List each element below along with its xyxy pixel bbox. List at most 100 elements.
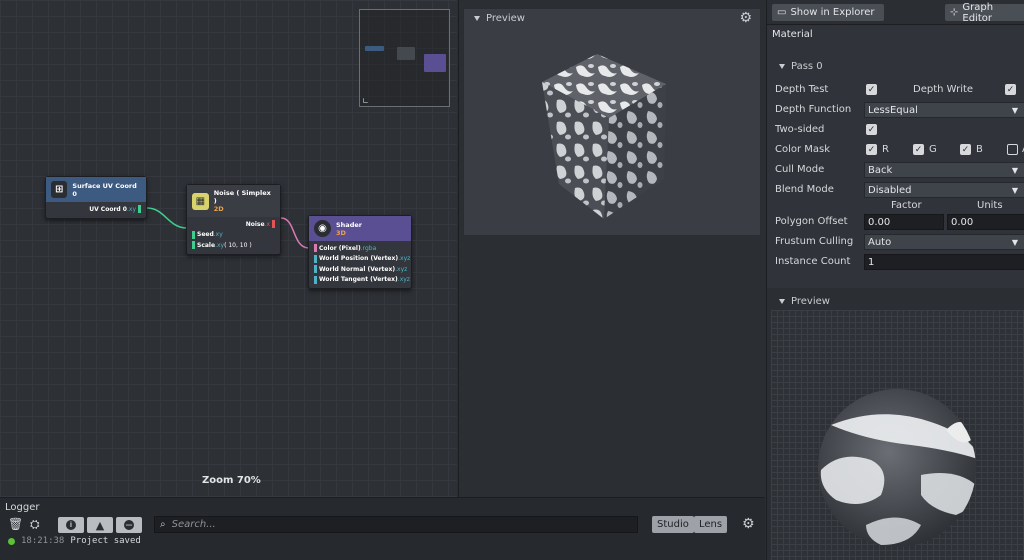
port-seed-pin[interactable] [192, 230, 195, 239]
port-noise-name: Noise [245, 220, 265, 228]
logger-search[interactable]: ⌕ [154, 516, 638, 533]
cull-mode-label: Cull Mode [775, 164, 825, 175]
uv-coord-icon: ⊞ [51, 181, 68, 198]
port-shader-world-tangent[interactable]: World Tangent (Vertex) .xyz [309, 275, 411, 286]
port-tangent-type: .xyz [397, 276, 410, 284]
logger-settings-gear-icon[interactable]: ⚙ [742, 516, 755, 532]
blend-mode-dropdown[interactable]: Disabled ▼ [864, 182, 1024, 198]
two-sided-checkbox[interactable]: ✓ [866, 124, 877, 135]
noise-sphere-render [818, 389, 976, 547]
port-normal-pin[interactable] [314, 265, 317, 274]
filter-warning-button[interactable]: ▲ [87, 517, 113, 533]
port-seed-name: Seed [197, 231, 214, 239]
preview-collapse-triangle-icon[interactable] [779, 299, 785, 304]
port-uv-pin[interactable] [138, 205, 141, 214]
node-shader-subtitle: 3D [336, 228, 346, 237]
studio-button[interactable]: Studio [652, 516, 694, 533]
node-shader[interactable]: ◉ Shader 3D Color (Pixel) .rgba World Pos… [308, 215, 412, 289]
clear-log-trash-icon[interactable]: 🗑 [8, 517, 23, 531]
port-shader-world-position[interactable]: World Position (Vertex) .xyz [309, 254, 411, 265]
material-preview-panel: Preview [767, 290, 1024, 560]
color-mask-r-label: R [882, 144, 889, 155]
node-surface-uv-coord[interactable]: ⊞ Surface UV Coord 0 UV Coord 0 .xy [45, 176, 147, 219]
color-mask-g-checkbox[interactable]: ✓ [913, 144, 924, 155]
frustum-culling-dropdown[interactable]: Auto ▼ [864, 234, 1024, 250]
polygon-offset-factor-field[interactable]: 0.00 [864, 214, 944, 230]
blend-mode-label: Blend Mode [775, 184, 834, 195]
color-mask-r-checkbox[interactable]: ✓ [866, 144, 877, 155]
cull-mode-dropdown[interactable]: Back ▼ [864, 162, 1024, 178]
minimap-node-noise [397, 47, 415, 60]
port-scale-name: Scale [197, 241, 216, 249]
instance-count-label: Instance Count [775, 256, 851, 267]
graph-icon: ⊹ [950, 7, 959, 18]
port-color-type: .rgba [360, 244, 377, 252]
port-position-pin[interactable] [314, 254, 317, 263]
port-uv-name: UV Coord 0 [89, 205, 127, 213]
wire-noise-to-color [280, 217, 310, 249]
color-mask-a-checkbox[interactable] [1007, 144, 1018, 155]
port-shader-color[interactable]: Color (Pixel) .rgba [309, 243, 411, 254]
depth-function-label: Depth Function [775, 104, 852, 115]
graph-editor-button[interactable]: ⊹ Graph Editor [945, 1, 1024, 24]
lens-button[interactable]: Lens [694, 516, 728, 533]
port-noise-output[interactable]: Noise .x [187, 219, 280, 230]
zoom-level-label: Zoom 70% [202, 475, 261, 486]
pass-foldout[interactable]: Pass 0 [779, 61, 823, 72]
graph-editor-label: Graph Editor [962, 1, 994, 24]
show-in-explorer-button[interactable]: ▭ Show in Explorer [772, 4, 884, 21]
node-shader-header[interactable]: ◉ Shader 3D [309, 216, 411, 241]
graph-minimap[interactable] [359, 9, 450, 107]
port-tangent-pin[interactable] [314, 275, 317, 284]
port-noise-seed[interactable]: Seed .xy [187, 230, 280, 241]
color-mask-b-checkbox[interactable]: ✓ [960, 144, 971, 155]
port-uv-coord-output[interactable]: UV Coord 0 .xy [46, 204, 146, 215]
port-normal-type: .xyz [395, 265, 408, 273]
port-color-pin[interactable] [314, 244, 317, 253]
pass-collapse-triangle-icon[interactable] [779, 64, 785, 69]
depth-write-checkbox[interactable]: ✓ [1005, 84, 1016, 95]
filter-error-button[interactable]: — [116, 517, 142, 533]
polygon-offset-label: Polygon Offset [775, 216, 848, 227]
filter-info-button[interactable]: i [58, 517, 84, 533]
material-preview-viewport[interactable] [771, 310, 1024, 560]
noise-icon: ▦ [192, 192, 209, 210]
log-entry[interactable]: 18:21:38 Project saved [8, 536, 141, 546]
pass-title: Pass 0 [791, 61, 823, 72]
port-uv-type: .xy [126, 205, 136, 213]
cull-mode-value: Back [868, 164, 893, 176]
node-noise-header[interactable]: ▦ Noise ( Simplex ) 2D [187, 185, 280, 217]
instance-count-field[interactable]: 1 [864, 254, 1024, 270]
node-uv-header[interactable]: ⊞ Surface UV Coord 0 [46, 177, 146, 202]
warning-icon: ▲ [95, 518, 105, 532]
port-noise-scale[interactable]: Scale .xy ( 10, 10 ) [187, 240, 280, 251]
material-preview-header[interactable]: Preview [779, 296, 830, 307]
logger-search-input[interactable] [171, 519, 612, 530]
port-tangent-name: World Tangent (Vertex) [319, 276, 398, 284]
material-preview-title: Preview [791, 296, 830, 307]
port-shader-world-normal[interactable]: World Normal (Vertex) .xyz [309, 264, 411, 275]
viewport-preview[interactable]: Preview ⚙ [463, 8, 761, 236]
polygon-offset-units-header: Units [977, 200, 1003, 211]
filter-log-icon[interactable]: ⛭ [30, 517, 40, 532]
info-icon: i [66, 520, 76, 530]
port-seed-type: .xy [213, 231, 223, 239]
show-in-explorer-label: Show in Explorer [790, 7, 875, 18]
port-color-name: Color (Pixel) [319, 244, 361, 252]
frustum-culling-value: Auto [868, 236, 892, 248]
color-mask-b-label: B [976, 144, 983, 155]
node-noise-body: Noise .x Seed .xy Scale .xy ( 10, 10 ) [187, 217, 280, 254]
port-position-type: .xyz [398, 255, 411, 263]
depth-test-checkbox[interactable]: ✓ [866, 84, 877, 95]
depth-function-dropdown[interactable]: LessEqual ▼ [864, 102, 1024, 118]
minimap-node-shader [424, 54, 446, 72]
node-noise-simplex[interactable]: ▦ Noise ( Simplex ) 2D Noise .x Seed .xy S [186, 184, 281, 255]
graph-canvas[interactable]: ⊞ Surface UV Coord 0 UV Coord 0 .xy ▦ Noi… [0, 0, 457, 497]
polygon-offset-units-field[interactable]: 0.00 [947, 214, 1024, 230]
port-scale-pin[interactable] [192, 241, 195, 250]
port-position-name: World Position (Vertex) [319, 255, 399, 263]
minimap-node-uv [365, 46, 384, 51]
inspector-panel: ▭ Show in Explorer ⊹ Graph Editor Materi… [766, 0, 1024, 560]
chevron-down-icon: ▼ [1011, 106, 1018, 115]
port-noise-pin[interactable] [272, 220, 275, 229]
